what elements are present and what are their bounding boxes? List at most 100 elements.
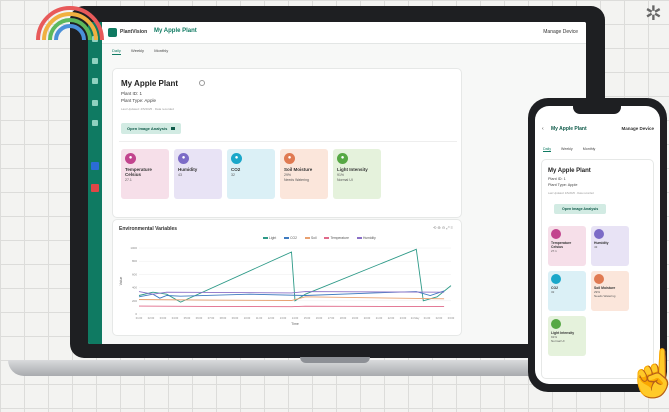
metric-tile[interactable]: ● CO2 32 [227,149,275,199]
user-icon[interactable] [91,162,99,170]
metric-label: Soil Moisture [284,167,313,172]
plant-card: My Apple Plant Plant ID: 1 Plant Type: A… [112,68,462,218]
legend-label: Soil [310,236,317,240]
metric-tiles: ● Temperature Celsius 27.1 ● Humidity 43 ● CO2 3… [121,149,381,199]
top-bar: PlantVision My Apple Plant Manage Device [102,22,586,44]
chart-icon[interactable] [92,100,98,106]
camera-icon [171,127,176,130]
metric-value: 27.1 [125,178,132,182]
button-label: Open Image Analysis [127,126,168,131]
plant-icon[interactable] [92,78,98,84]
x-tick-label: 11:00 [256,316,263,320]
time-tabs: Daily Weekly Monthly [112,48,177,55]
legend-swatch [356,237,362,240]
phone-metric-tile[interactable]: CO2 32 [548,271,586,311]
series-line-humidity [138,291,445,295]
x-tick-label: 10:00 [244,316,251,320]
phone-tab-weekly[interactable]: Weekly [561,147,573,152]
phone-plant-type: Plant Type: Apple [548,183,578,187]
laptop-screen: PlantVision My Apple Plant Manage Device… [88,22,586,344]
manage-device-link[interactable]: Manage Device [543,29,578,35]
phone-metric-tile[interactable]: Temperature Celsius 27.1 [548,226,586,266]
y-tick-label: 400 [132,286,137,290]
legend-swatch [263,237,268,240]
x-tick-label: 02:00 [436,316,443,320]
phone-tabs: Daily Weekly Monthly [543,147,595,152]
tab-monthly[interactable]: Monthly [154,48,168,53]
home-icon[interactable] [92,58,98,64]
metric-status: Normal UI [551,339,565,343]
legend-swatch [324,237,330,240]
legend-item[interactable]: Temperature [324,236,353,240]
series-line-light [138,248,452,303]
line-chart: 1000800600400200001:00 02:00 03:00 04:00 05:… [119,246,455,326]
phone-manage-link[interactable]: Manage Device [621,126,654,131]
phone-tab-daily[interactable]: Daily [543,147,551,152]
phone-page-title: My Apple Plant [551,126,587,132]
open-image-analysis-button[interactable]: Open Image Analysis [121,123,182,134]
tab-weekly[interactable]: Weekly [131,48,144,53]
plant-type: Plant Type: Apple [121,98,156,103]
phone-tab-monthly[interactable]: Monthly [583,147,596,152]
metric-tile[interactable]: ● Humidity 43 [174,149,222,199]
metric-value: 29% [284,173,292,177]
metric-icon: ● [337,153,348,164]
rainbow-decoration [36,6,104,40]
metric-label: Temperature Celsius [551,241,572,249]
metric-label: Light Intensity [337,167,368,172]
page-title: My Apple Plant [154,28,197,34]
legend-label: Humidity [362,236,376,240]
back-icon[interactable]: ‹ [542,126,544,132]
phone-metric-tile[interactable]: Soil Moisture 29% Needs Watering [591,271,629,311]
chart-legend[interactable]: Light CO2 Soil Temperature Humidity [263,236,384,240]
chart-card: Environmental Variables ⟲ ⊕ ⊖ ⤢ ≡ Light C… [112,219,462,336]
metric-label: CO2 [231,167,241,172]
info-icon[interactable] [199,80,205,86]
metric-icon: ● [178,153,189,164]
metric-status: Needs Watering [284,178,309,182]
x-tick-label: 22:00 [388,316,395,320]
phone-metric-tile[interactable]: Light Intensity 91% Normal UI [548,316,586,356]
phone-screen: ‹ My Apple Plant Manage Device Daily Wee… [535,106,660,384]
phone-open-image-analysis-button[interactable]: Open Image Analysis [554,204,607,214]
legend-item[interactable]: Humidity [356,236,380,240]
x-tick-label: 01:00 [424,316,431,320]
y-tick-label: 0 [135,312,137,316]
pointer-hand-icon: ☝ [625,347,669,399]
metric-value: 91% [337,173,345,177]
x-tick-label: 19:00 [352,316,359,320]
x-tick-label: 02:00 [148,316,155,320]
metric-tile[interactable]: ● Soil Moisture 29% Needs Watering [280,149,328,199]
x-tick-label: 12:00 [268,316,275,320]
metric-icon [594,274,604,284]
settings-icon[interactable] [92,120,98,126]
metric-tile[interactable]: ● Light Intensity 91% Normal UI [333,149,381,199]
last-updated: Last Updated: 4/5/2025 · Data recorded [121,107,174,111]
y-axis-label: Value [119,277,123,286]
phone-metric-tile[interactable]: Humidity 43 [591,226,629,266]
metric-tile[interactable]: ● Temperature Celsius 27.1 [121,149,169,199]
legend-item[interactable]: CO2 [284,236,301,240]
x-tick-label: 17:00 [328,316,335,320]
legend-item[interactable]: Light [263,236,280,240]
metric-icon: ● [284,153,295,164]
x-tick-label: 03:00 [448,316,455,320]
chart-toolbar[interactable]: ⟲ ⊕ ⊖ ⤢ ≡ [433,225,453,230]
x-axis-label: Time [291,322,299,326]
legend-label: Light [269,236,277,240]
metric-value: 43 [594,245,598,249]
logout-icon[interactable] [91,184,99,192]
phone-last-updated: Last Updated: 4/5/2025 · Data recorded [548,192,594,195]
x-tick-label: 18:00 [340,316,347,320]
metric-icon [551,229,561,239]
phone-metric-tiles: Temperature Celsius 27.1 Humidity 43 CO2 32 So… [548,226,648,356]
legend-item[interactable]: Soil [304,236,321,240]
x-tick-label: 24 May [411,316,420,320]
y-tick-label: 800 [132,259,137,263]
y-tick-label: 600 [132,272,137,276]
x-tick-label: 04:00 [172,316,179,320]
x-tick-label: 05:00 [184,316,191,320]
metric-label: Temperature Celsius [125,167,152,177]
tab-daily[interactable]: Daily [112,48,121,55]
y-tick-label: 200 [132,299,137,303]
